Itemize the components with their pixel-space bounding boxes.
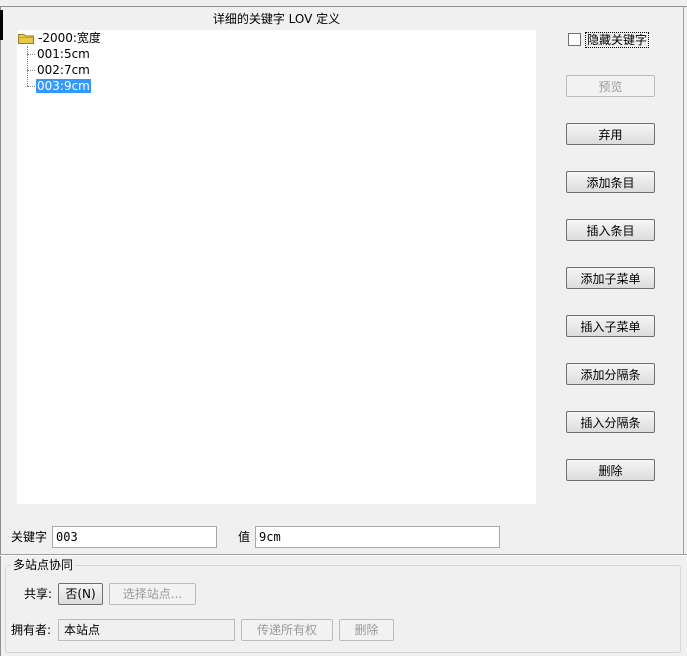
value-label: 值 [238, 530, 251, 544]
add-separator-button[interactable]: 添加分隔条 [566, 363, 655, 385]
tree-item-label: 002:7cm [37, 63, 90, 77]
window-frame-top [0, 6, 687, 7]
add-submenu-button[interactable]: 添加子菜单 [566, 267, 655, 289]
discard-button[interactable]: 弃用 [566, 123, 655, 145]
preview-button[interactable]: 预览 [566, 75, 655, 97]
insert-item-button[interactable]: 插入条目 [566, 219, 655, 241]
tree-item[interactable]: 001:5cm [37, 46, 90, 62]
value-field[interactable]: 9cm [255, 526, 500, 548]
delete-button[interactable]: 删除 [566, 459, 655, 481]
window-frame-right [683, 6, 684, 554]
owner-field: 本站点 [58, 619, 235, 641]
tree-item[interactable]: 002:7cm [37, 62, 90, 78]
tree-item-label: 001:5cm [37, 47, 90, 61]
multisite-group-title: 多站点协同 [11, 558, 76, 572]
share-label: 共享: [24, 587, 53, 601]
tree-connector [27, 70, 35, 71]
dialog-title: 详细的关键字 LOV 定义 [212, 12, 341, 26]
keyword-field[interactable]: 003 [52, 526, 217, 548]
window-frame-left [0, 6, 1, 656]
hide-keyword-label: 隐藏关键字 [585, 32, 650, 48]
owner-label: 拥有者: [11, 623, 52, 637]
tree-root-label: -2000:宽度 [38, 31, 101, 45]
multisite-delete-button[interactable]: 删除 [339, 619, 394, 641]
section-divider [0, 554, 687, 556]
folder-icon [18, 34, 34, 44]
add-item-button[interactable]: 添加条目 [566, 171, 655, 193]
share-toggle-button[interactable]: 否(N) [58, 583, 103, 605]
select-site-button[interactable]: 选择站点... [109, 583, 196, 605]
transfer-ownership-button[interactable]: 传递所有权 [241, 619, 333, 641]
lov-tree[interactable]: -2000:宽度 001:5cm 002:7cm 003:9cm [17, 30, 536, 504]
insert-submenu-button[interactable]: 插入子菜单 [566, 315, 655, 337]
keyword-row: 关键字 003 值 9cm [0, 520, 687, 556]
checkbox-box[interactable] [568, 33, 581, 46]
hide-keyword-checkbox[interactable]: 隐藏关键字 [568, 32, 658, 48]
keyword-label: 关键字 [11, 530, 48, 544]
tree-connector [27, 54, 35, 55]
tree-connector [27, 46, 28, 86]
insert-separator-button[interactable]: 插入分隔条 [566, 411, 655, 433]
tree-item-label: 003:9cm [36, 79, 91, 93]
tree-item-selected[interactable]: 003:9cm [36, 78, 91, 94]
tree-connector [27, 86, 35, 87]
